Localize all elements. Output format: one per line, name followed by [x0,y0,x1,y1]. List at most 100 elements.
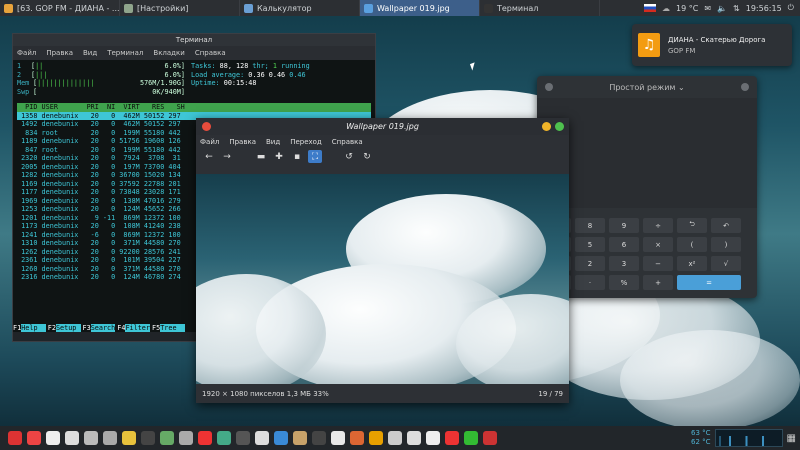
dock-app-icon[interactable] [122,431,136,445]
terminal-menu-item[interactable]: Файл [17,46,36,60]
image-canvas[interactable] [196,174,569,384]
viewer-menu-item[interactable]: Справка [332,138,363,146]
viewer-menu-item[interactable]: Переход [290,138,322,146]
weather-temp[interactable]: 19 °C [676,4,698,13]
taskbar-item[interactable]: Калькулятор [240,0,360,16]
function-key-label[interactable]: Tree [160,323,185,332]
function-key-label[interactable]: Setup [55,323,81,332]
viewer-menu-item[interactable]: Правка [229,138,256,146]
dock-app-icon[interactable] [293,431,307,445]
dock-app-icon[interactable] [407,431,421,445]
dock-app-icon[interactable] [369,431,383,445]
image-viewer-window[interactable]: Wallpaper 019.jpg Файл Правка Вид Переход Сп… [196,118,569,403]
zoom-original-icon[interactable]: ▪ [290,150,304,163]
rotate-left-icon[interactable]: ↺ [342,150,356,163]
taskbar-item[interactable]: [63. GOP FM - ДИАНА - ... [0,0,120,16]
dock-app-icon[interactable] [160,431,174,445]
taskbar-item[interactable]: Wallpaper 019.jpg [360,0,480,16]
calc-key[interactable]: 6 [609,237,639,252]
dock-app-icon[interactable] [8,431,22,445]
dock-app-icon[interactable] [217,431,231,445]
forward-arrow-icon[interactable]: → [220,150,234,163]
dock-app-icon[interactable] [255,431,269,445]
calc-key[interactable]: 9 [609,218,639,233]
terminal-titlebar[interactable]: Терминал [13,34,375,46]
dock-app-icon[interactable] [141,431,155,445]
calc-key[interactable]: x² [677,256,707,271]
terminal-menu-item[interactable]: Справка [195,46,226,60]
calc-menu-dot[interactable] [545,83,553,91]
terminal-menu-item[interactable]: Правка [46,46,73,60]
dock-app-icon[interactable] [426,431,440,445]
taskbar-item[interactable]: [Настройки] [120,0,240,16]
taskbar-item[interactable]: Терминал [480,0,600,16]
calc-key[interactable]: = [677,275,741,290]
function-key[interactable]: F3 [82,323,91,332]
dock-app-icon[interactable] [103,431,117,445]
calculator-window[interactable]: Простой режим ⌄ 8 9 ÷ ⮌ ↶ 5 6 × () 2 3− x² √ ·% + = [537,76,757,298]
calc-key[interactable]: − [643,256,673,271]
viewer-menu-item[interactable]: Файл [200,138,219,146]
maximize-button[interactable] [555,122,564,131]
dock-app-icon[interactable] [198,431,212,445]
dock-app-icon[interactable] [388,431,402,445]
dock-app-icon[interactable] [445,431,459,445]
calc-key[interactable]: ⮌ [677,218,707,233]
network-icon[interactable]: ⇅ [733,4,740,13]
function-key[interactable]: F2 [47,323,56,332]
calc-key[interactable]: 2 [575,256,605,271]
zoom-out-icon[interactable]: ▬ [254,150,268,163]
function-key-label[interactable]: Search [90,323,116,332]
minimize-button[interactable] [542,122,551,131]
viewer-titlebar[interactable]: Wallpaper 019.jpg [196,118,569,135]
calc-key[interactable]: ÷ [643,218,673,233]
calc-key[interactable]: 5 [575,237,605,252]
dock-app-icon[interactable] [312,431,326,445]
dock-app-icon[interactable] [483,431,497,445]
terminal-menu-item[interactable]: Терминал [107,46,143,60]
back-arrow-icon[interactable]: ← [202,150,216,163]
calc-key[interactable]: 3 [609,256,639,271]
dock-app-icon[interactable] [350,431,364,445]
calc-close-dot[interactable] [741,83,749,91]
function-key[interactable]: F5 [152,323,161,332]
dock-app-icon[interactable] [274,431,288,445]
function-key[interactable]: F4 [117,323,126,332]
mail-icon[interactable]: ✉ [704,4,711,13]
dock-app-icon[interactable] [46,431,60,445]
clock[interactable]: 19:56:15 [746,4,782,13]
calc-mode-selector[interactable]: Простой режим ⌄ [609,83,684,92]
terminal-menu-item[interactable]: Вид [83,46,97,60]
dock-app-icon[interactable] [84,431,98,445]
process-table-header[interactable]: PID USER PRI NI VIRT RES SH [17,103,371,112]
calc-key[interactable]: √ [711,256,741,271]
viewer-menu-item[interactable]: Вид [266,138,280,146]
fit-window-icon[interactable]: ⛶ [308,150,322,163]
terminal-menu-item[interactable]: Вкладки [153,46,184,60]
volume-icon[interactable]: 🔈 [717,4,727,13]
function-key[interactable]: F1 [13,323,22,332]
calc-key[interactable]: ( [677,237,707,252]
dock-app-icon[interactable] [65,431,79,445]
function-key-label[interactable]: Filter [125,323,150,332]
dock-app-icon[interactable] [179,431,193,445]
keyboard-layout-flag-icon[interactable] [644,4,657,12]
dock-app-icon[interactable] [27,431,41,445]
rotate-right-icon[interactable]: ↻ [360,150,374,163]
calc-key[interactable]: % [609,275,639,290]
power-icon[interactable]: ⏻ [788,3,794,13]
calculator-header[interactable]: Простой режим ⌄ [537,76,757,98]
calc-key[interactable]: ↶ [711,218,741,233]
calc-key[interactable]: + [643,275,673,290]
calc-key[interactable]: · [575,275,605,290]
calc-key[interactable]: 8 [575,218,605,233]
dock-app-icon[interactable] [236,431,250,445]
dock-app-icon[interactable] [331,431,345,445]
zoom-in-icon[interactable]: ✚ [272,150,286,163]
calc-key[interactable]: × [643,237,673,252]
menu-grid-icon[interactable]: ▦ [787,433,796,444]
close-button[interactable] [202,122,211,131]
calc-key[interactable]: ) [711,237,741,252]
function-key-label[interactable]: Help [21,323,46,332]
notification-popup[interactable]: ♫ ДИАНА - Скатерью Дорога GOP FM [632,24,792,66]
